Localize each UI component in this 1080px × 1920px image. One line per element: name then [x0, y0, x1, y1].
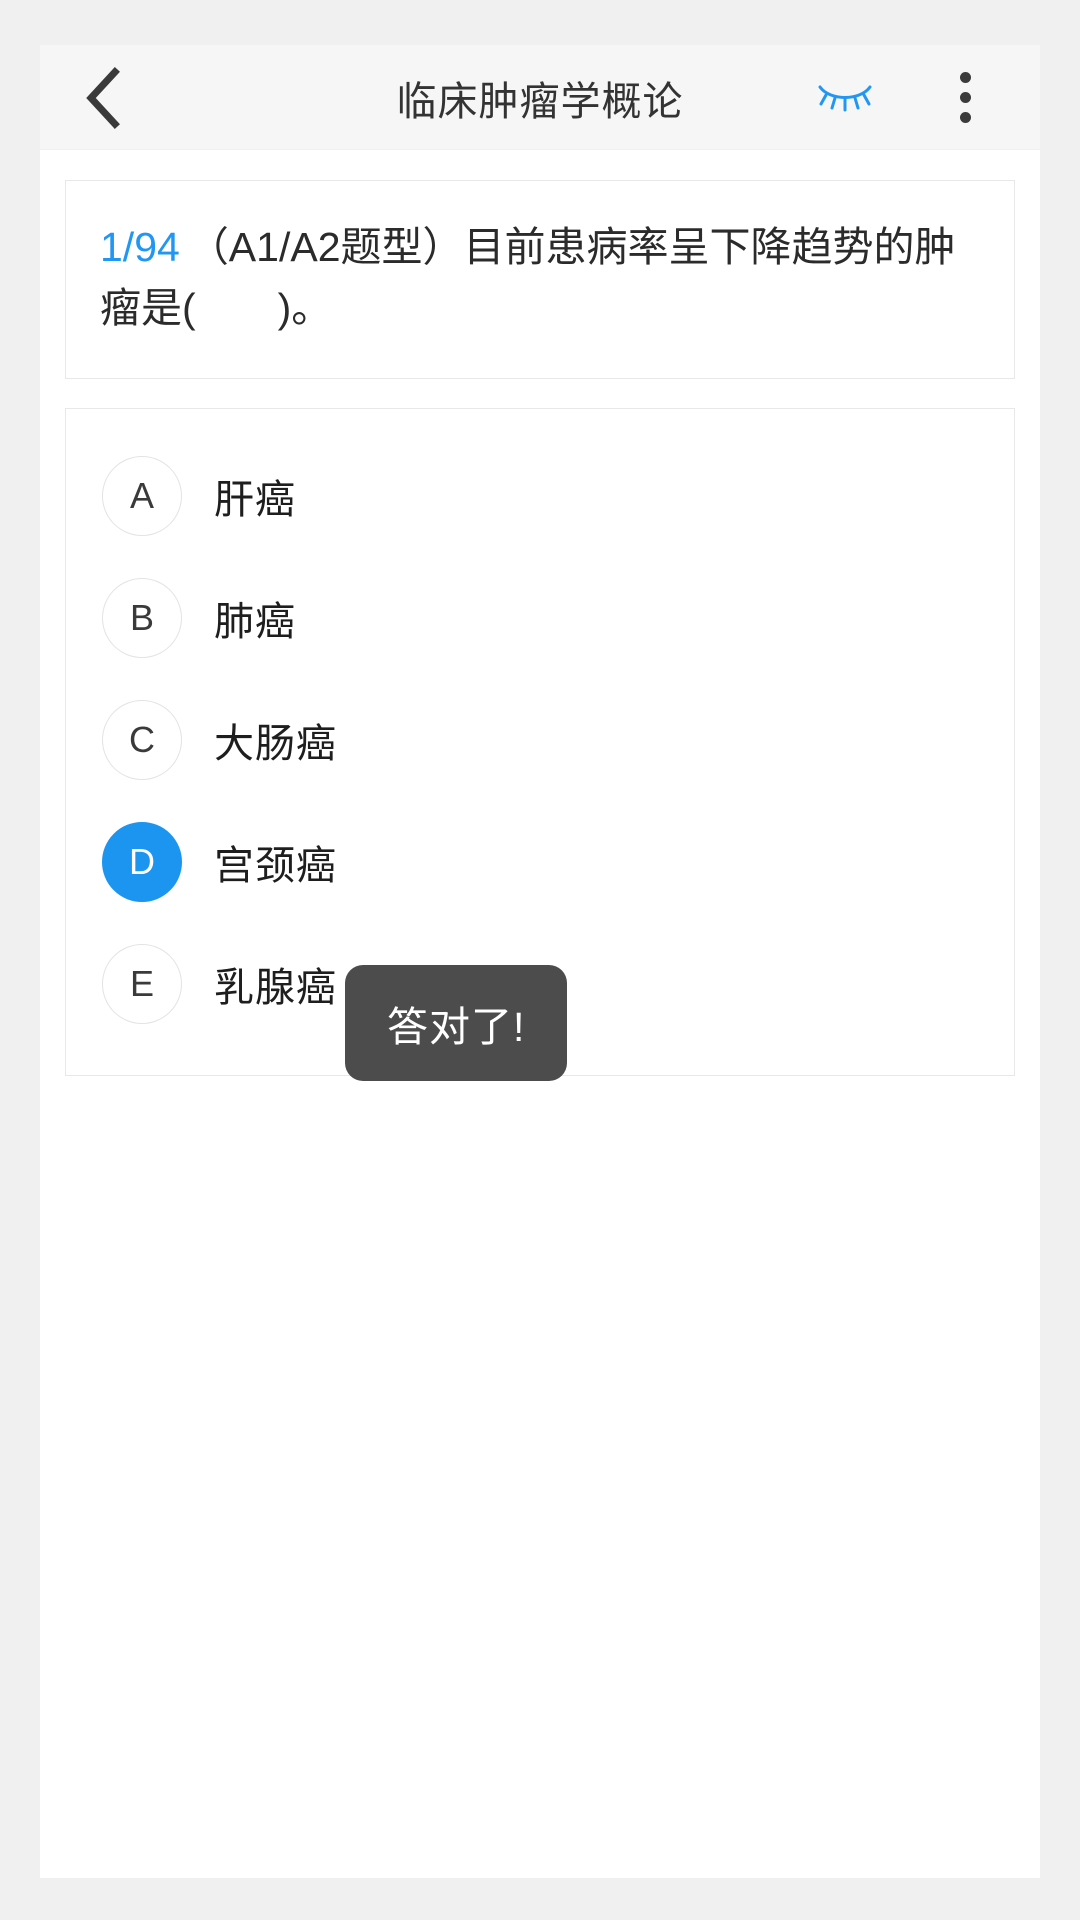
option-badge-c: C: [102, 700, 182, 781]
option-row-d[interactable]: D 宫颈癌: [66, 801, 1014, 923]
question-text: 1/94 （A1/A2题型）目前患病率呈下降趋势的肿瘤是( )。: [100, 217, 980, 338]
eye-off-icon: [814, 77, 876, 118]
option-label-a: 肝癌: [214, 478, 296, 523]
option-badge-b: B: [102, 578, 182, 659]
option-badge-a: A: [102, 456, 182, 537]
question-card: 1/94 （A1/A2题型）目前患病率呈下降趋势的肿瘤是( )。: [65, 180, 1015, 380]
more-vertical-icon-dot-1: [959, 72, 971, 83]
question-index: 1/94: [100, 224, 180, 270]
toast-message: 答对了!: [345, 965, 568, 1081]
option-label-b: 肺癌: [214, 600, 296, 645]
more-options-button[interactable]: [925, 45, 1005, 150]
app-header: 临床肿瘤学概论: [40, 45, 1040, 150]
option-label-e: 乳腺癌: [214, 966, 337, 1011]
more-vertical-icon-dot-3: [959, 112, 971, 123]
option-row-c[interactable]: C 大肠癌: [66, 679, 1014, 801]
question-body: （A1/A2题型）目前患病率呈下降趋势的肿瘤是( )。: [100, 224, 956, 331]
content-area: 1/94 （A1/A2题型）目前患病率呈下降趋势的肿瘤是( )。 A 肝癌 B 肺…: [40, 180, 1040, 1878]
app-frame: 临床肿瘤学概论 1/94 （A1/A2题型）目前患病率呈下降趋势的肿瘤是()。…: [40, 45, 1040, 1878]
chevron-left-icon: [83, 66, 127, 130]
page-title: 临床肿瘤学概论: [396, 79, 684, 124]
more-vertical-icon-dot-2: [959, 92, 971, 103]
option-row-b[interactable]: B 肺癌: [66, 557, 1014, 679]
hide-answer-button[interactable]: [800, 45, 890, 150]
option-badge-e: E: [102, 944, 182, 1025]
option-row-a[interactable]: A 肝癌: [66, 435, 1014, 557]
option-label-c: 大肠癌: [214, 722, 337, 767]
option-label-d: 宫颈癌: [214, 844, 337, 889]
back-button[interactable]: [50, 45, 160, 150]
option-badge-d: D: [102, 822, 182, 903]
